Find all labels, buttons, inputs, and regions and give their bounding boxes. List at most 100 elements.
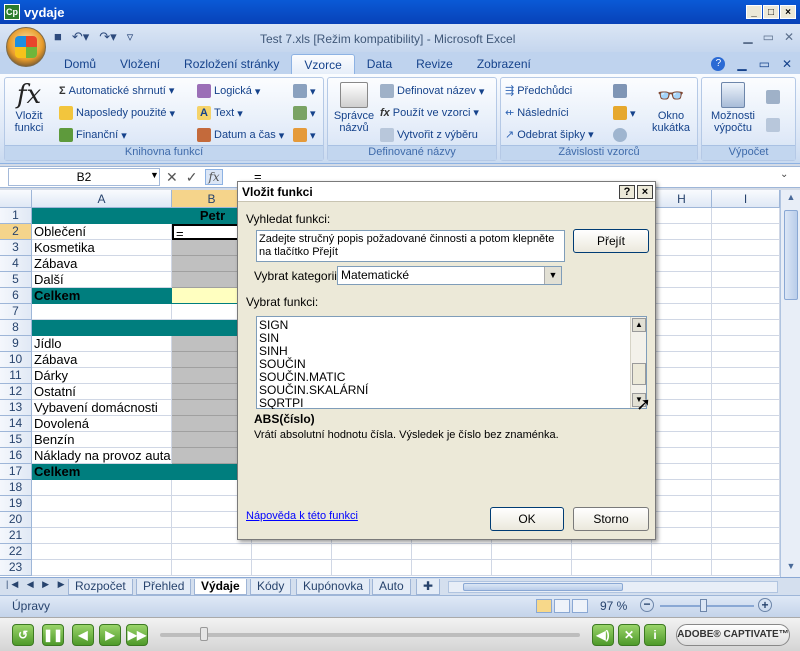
- cell-i16[interactable]: [712, 448, 780, 464]
- row-header-4[interactable]: 4: [0, 256, 32, 272]
- cell-h10[interactable]: [652, 352, 712, 368]
- cell-h11[interactable]: [652, 368, 712, 384]
- back-icon[interactable]: ◀: [72, 624, 94, 646]
- category-dropdown-icon[interactable]: ▼: [544, 267, 561, 284]
- cell-i19[interactable]: [712, 496, 780, 512]
- cell-a21[interactable]: [32, 528, 172, 544]
- row-header-22[interactable]: 22: [0, 544, 32, 560]
- column-header-a[interactable]: A: [32, 190, 172, 208]
- row-header-3[interactable]: 3: [0, 240, 32, 256]
- list-scroll-up-icon[interactable]: ▲: [632, 318, 646, 332]
- volume-icon[interactable]: ◀): [592, 624, 614, 646]
- cell-f22[interactable]: [492, 544, 572, 560]
- dialog-help-button[interactable]: ?: [619, 185, 635, 199]
- tab-data[interactable]: Data: [355, 54, 404, 74]
- cell-h23[interactable]: [652, 560, 712, 576]
- evaluate-formula-button[interactable]: [613, 128, 627, 142]
- sheet-tab-vydaje[interactable]: Výdaje: [194, 579, 247, 595]
- enter-entry-icon[interactable]: ✓: [186, 169, 198, 186]
- cell-a23[interactable]: [32, 560, 172, 576]
- define-name-button[interactable]: Definovat název ▾: [380, 84, 484, 98]
- cell-i5[interactable]: [712, 272, 780, 288]
- cell-i7[interactable]: [712, 304, 780, 320]
- cell-i15[interactable]: [712, 432, 780, 448]
- cell-h20[interactable]: [652, 512, 712, 528]
- row-header-20[interactable]: 20: [0, 512, 32, 528]
- tab-zobrazeni[interactable]: Zobrazení: [465, 54, 543, 74]
- cell-h6[interactable]: [652, 288, 712, 304]
- cell-i21[interactable]: [712, 528, 780, 544]
- category-select[interactable]: Matematické ▼: [337, 266, 562, 285]
- list-item[interactable]: SQRTPI: [259, 397, 303, 409]
- zoom-level[interactable]: 97 %: [600, 599, 627, 613]
- column-header-i[interactable]: I: [712, 190, 780, 208]
- scroll-up-icon[interactable]: ▲: [784, 192, 798, 206]
- excel-close-icon[interactable]: ✕: [784, 30, 794, 44]
- date-time-button[interactable]: Datum a čas ▾: [197, 128, 284, 142]
- insert-function-icon[interactable]: fx: [205, 169, 223, 185]
- row-header-1[interactable]: 1: [0, 208, 32, 224]
- cell-a16[interactable]: Náklady na provoz auta: [32, 448, 172, 464]
- cell-d23[interactable]: [332, 560, 412, 576]
- row-header-23[interactable]: 23: [0, 560, 32, 576]
- logical-button[interactable]: Logická ▾: [197, 84, 260, 98]
- zoom-out-icon[interactable]: −: [640, 598, 654, 612]
- customize-qat-icon[interactable]: ▿: [127, 29, 134, 45]
- cell-i20[interactable]: [712, 512, 780, 528]
- sheet-nav-icons[interactable]: |◀ ◀ ▶ ▶|: [6, 579, 73, 590]
- math-trig-button[interactable]: ▾: [293, 106, 316, 120]
- financial-button[interactable]: Finanční ▾: [59, 128, 127, 142]
- cell-a22[interactable]: [32, 544, 172, 560]
- cell-h1[interactable]: [652, 208, 712, 224]
- sheet-tab-prehled[interactable]: Přehled: [136, 579, 192, 595]
- cell-b22[interactable]: [172, 544, 252, 560]
- cell-h3[interactable]: [652, 240, 712, 256]
- playback-progress[interactable]: [160, 633, 580, 637]
- page-break-view-icon[interactable]: [572, 599, 588, 613]
- remove-arrows-button[interactable]: ↗ Odebrat šipky ▾: [505, 128, 594, 142]
- horizontal-scrollbar[interactable]: [448, 581, 778, 593]
- close-button[interactable]: ×: [780, 5, 796, 19]
- vertical-scrollbar[interactable]: ▲ ▼: [780, 190, 800, 577]
- office-button[interactable]: [6, 27, 46, 67]
- excel-restore-icon[interactable]: ▭: [763, 30, 774, 44]
- cell-e23[interactable]: [412, 560, 492, 576]
- sheet-tab-rozpocet[interactable]: Rozpočet: [68, 579, 133, 595]
- tab-revize[interactable]: Revize: [404, 54, 465, 74]
- calculate-sheet-button[interactable]: [766, 118, 780, 132]
- cell-i2[interactable]: [712, 224, 780, 240]
- row-header-19[interactable]: 19: [0, 496, 32, 512]
- row-header-8[interactable]: 8: [0, 320, 32, 336]
- cell-c23[interactable]: [252, 560, 332, 576]
- cell-h9[interactable]: [652, 336, 712, 352]
- cell-i11[interactable]: [712, 368, 780, 384]
- cell-b23[interactable]: [172, 560, 252, 576]
- cell-i18[interactable]: [712, 480, 780, 496]
- maximize-button[interactable]: □: [763, 5, 779, 19]
- dialog-close-button[interactable]: ×: [637, 185, 653, 199]
- cell-a5[interactable]: Další: [32, 272, 172, 288]
- cell-g23[interactable]: [572, 560, 652, 576]
- cell-a12[interactable]: Ostatní: [32, 384, 172, 400]
- ribbon-minimize-icon[interactable]: ▁: [737, 57, 746, 71]
- row-header-18[interactable]: 18: [0, 480, 32, 496]
- help-icon[interactable]: ?: [711, 57, 726, 71]
- cell-i23[interactable]: [712, 560, 780, 576]
- cell-a19[interactable]: [32, 496, 172, 512]
- cell-i6[interactable]: [712, 288, 780, 304]
- cell-i1[interactable]: [712, 208, 780, 224]
- cell-a20[interactable]: [32, 512, 172, 528]
- excel-minimize-icon[interactable]: ▁: [743, 30, 752, 44]
- cell-h5[interactable]: [652, 272, 712, 288]
- cell-h7[interactable]: [652, 304, 712, 320]
- expand-formula-bar-icon[interactable]: ⌄: [780, 169, 788, 180]
- scroll-down-icon[interactable]: ▼: [784, 561, 798, 575]
- error-checking-button[interactable]: ▾: [613, 106, 636, 120]
- tab-domu[interactable]: Domů: [52, 54, 108, 74]
- use-in-formula-button[interactable]: fx Použít ve vzorci ▾: [380, 106, 479, 120]
- cell-a2[interactable]: Oblečení: [32, 224, 172, 240]
- name-box[interactable]: B2: [8, 168, 160, 186]
- cell-a4[interactable]: Zábava: [32, 256, 172, 272]
- redo-icon[interactable]: ↷▾: [99, 29, 116, 45]
- cell-a3[interactable]: Kosmetika: [32, 240, 172, 256]
